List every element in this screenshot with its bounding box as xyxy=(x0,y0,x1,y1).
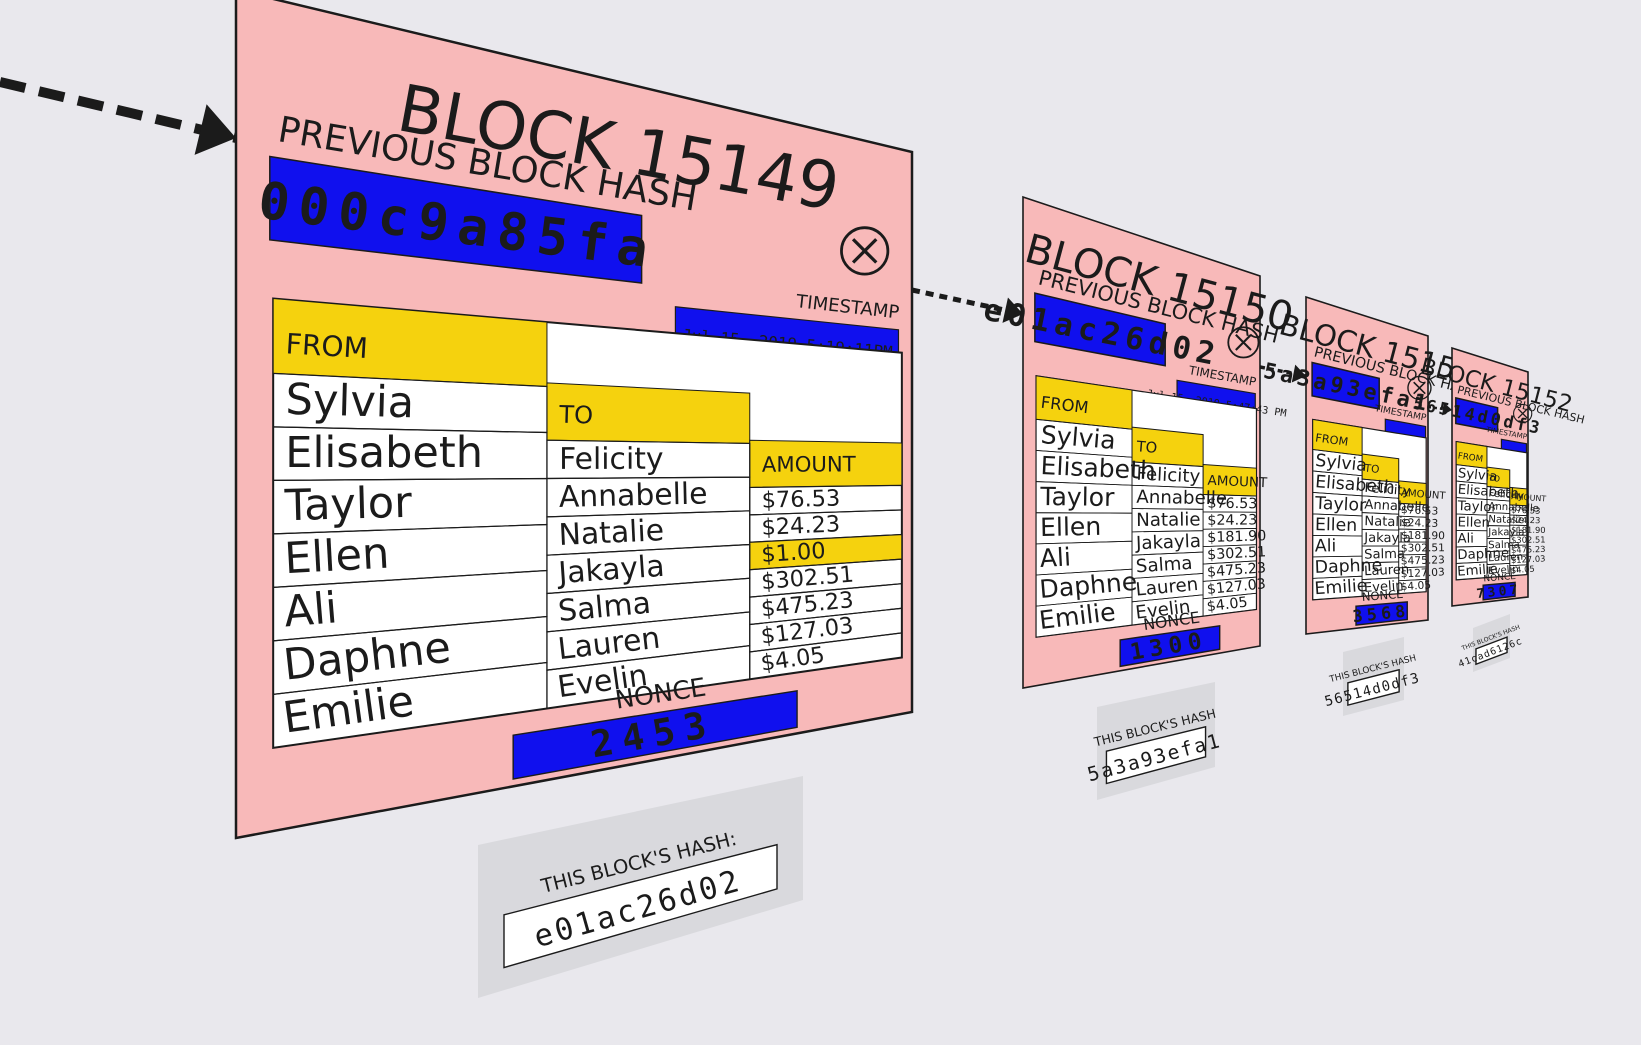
cell-from: Emilie xyxy=(1314,576,1368,599)
cell-amount: $24.23 xyxy=(1207,512,1257,528)
transactions-table: FROMTOAMOUNTSylviaFelicity$76.53Elisabet… xyxy=(1312,418,1447,601)
cell-amount: $76.53 xyxy=(761,486,840,514)
cell-from: Sylvia xyxy=(285,375,415,429)
cell-to: Jakayla xyxy=(555,549,665,591)
transactions-table: FROMTOAMOUNTSylviaFelicity$76.53Elisabet… xyxy=(1455,440,1547,581)
cell-to: Annabelle xyxy=(1136,487,1227,510)
transactions-table: FROMTOAMOUNTSylviaFelicity$76.53Elisabet… xyxy=(1035,375,1268,638)
cell-from: Ali xyxy=(282,583,339,637)
cell-to: Salma xyxy=(1135,553,1193,578)
this-block-hash-card: THIS BLOCK'S HASH:e01ac26d02 xyxy=(478,776,803,998)
cell-to: Felicity xyxy=(559,442,664,477)
cell-amount: $4.05 xyxy=(1400,578,1431,593)
cell-from: Taylor xyxy=(1314,494,1368,516)
cell-amount: $1.00 xyxy=(761,538,827,568)
column-header-label: FROM xyxy=(285,327,369,365)
cell-from: Elisabeth xyxy=(285,428,483,478)
cell-from: Taylor xyxy=(283,478,413,531)
arrowhead-icon xyxy=(194,104,236,155)
this-block-hash-card: THIS BLOCK'S HASH41cad6126c xyxy=(1457,614,1524,672)
cell-to: Natalie xyxy=(558,513,665,553)
cell-from: Ali xyxy=(1039,542,1072,573)
cell-amount: $181.90 xyxy=(1207,528,1267,546)
cell-from: Ali xyxy=(1457,532,1474,547)
cell-from: Ellen xyxy=(1457,515,1490,531)
cell-to: Annabelle xyxy=(558,476,708,515)
this-block-hash-card: THIS BLOCK'S HASH56514d0df3 xyxy=(1323,637,1422,716)
cell-from: Taylor xyxy=(1456,499,1497,516)
cell-from: Elisabeth xyxy=(1040,451,1156,485)
block-1: BLOCK 15149PREVIOUS BLOCK HASH000c9a85fa… xyxy=(234,0,914,840)
block-2: BLOCK 15150PREVIOUS BLOCK HASHe01ac26d02… xyxy=(981,195,1298,689)
cell-amount: $24.23 xyxy=(761,511,841,541)
column-header-label: TO xyxy=(1135,438,1158,457)
column-header-label: AMOUNT xyxy=(762,452,857,477)
cell-from: Ellen xyxy=(1040,512,1102,542)
blockchain-diagram: BLOCK 15149PREVIOUS BLOCK HASH000c9a85fa… xyxy=(0,0,1586,998)
cell-from: Sylvia xyxy=(1040,420,1117,455)
cell-from: Taylor xyxy=(1039,482,1115,512)
cell-from: Ali xyxy=(1315,536,1337,556)
cell-from: Ellen xyxy=(283,529,390,585)
block-3: BLOCK 15151PREVIOUS BLOCK HASH5a3a93efa1… xyxy=(1261,295,1482,635)
column-header-label: TO xyxy=(558,401,593,430)
cell-from: Ellen xyxy=(1315,515,1358,536)
this-block-hash-card: THIS BLOCK'S HASH5a3a93efa1 xyxy=(1085,682,1224,800)
cell-to: Natalie xyxy=(1136,509,1201,531)
cell-to: Jakayla xyxy=(1135,531,1202,554)
